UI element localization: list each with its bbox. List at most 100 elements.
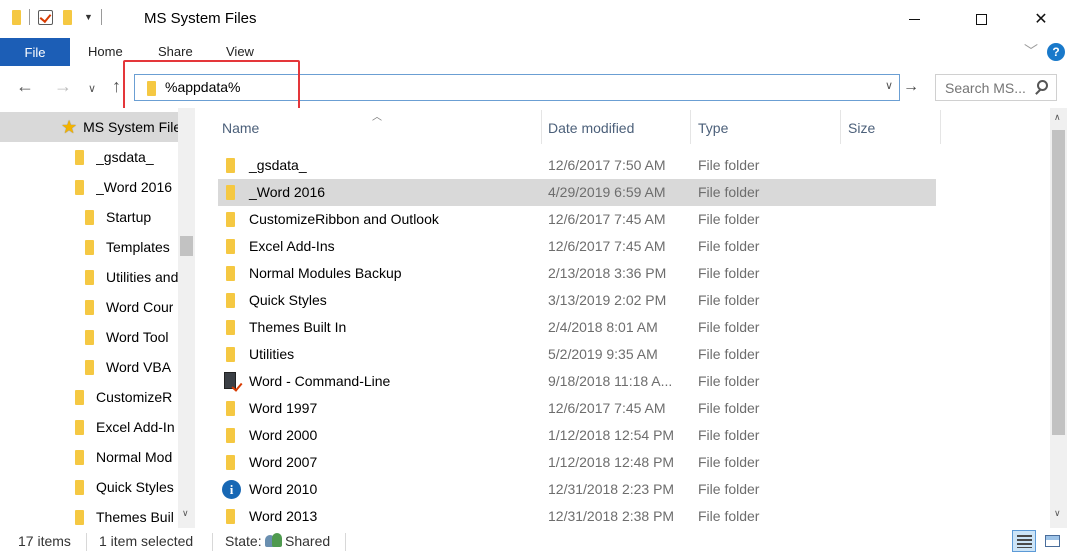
nav-item-utilities[interactable]: Utilities and	[0, 262, 178, 292]
help-icon[interactable]: ?	[1047, 43, 1065, 61]
command-line-icon	[224, 372, 236, 389]
maximize-button[interactable]	[958, 0, 1004, 38]
file-type: File folder	[698, 427, 760, 443]
column-divider[interactable]	[690, 110, 691, 144]
new-folder-icon[interactable]	[63, 9, 72, 25]
minimize-button[interactable]	[891, 0, 937, 38]
scroll-down-icon[interactable]: ∨	[182, 508, 189, 519]
nav-item-quick-styles[interactable]: Quick Styles	[0, 472, 178, 502]
tab-home[interactable]: Home	[88, 44, 123, 59]
folder-icon	[226, 401, 235, 416]
table-row[interactable]: Utilities 5/2/2019 9:35 AM File folder	[218, 341, 936, 368]
tab-view[interactable]: View	[226, 44, 254, 59]
table-row[interactable]: Word 1997 12/6/2017 7:45 AM File folder	[218, 395, 936, 422]
search-box[interactable]	[935, 74, 1057, 101]
search-input[interactable]	[945, 80, 1030, 96]
nav-item-label: Quick Styles	[96, 479, 174, 495]
nav-item-startup[interactable]: Startup	[0, 202, 178, 232]
table-row[interactable]: Normal Modules Backup 2/13/2018 3:36 PM …	[218, 260, 936, 287]
nav-item-customize-ribbon[interactable]: CustomizeR	[0, 382, 178, 412]
file-type: File folder	[698, 238, 760, 254]
file-name: Word - Command-Line	[249, 373, 391, 389]
column-divider[interactable]	[840, 110, 841, 144]
tab-file[interactable]: File	[0, 38, 70, 66]
table-row[interactable]: Themes Built In 2/4/2018 8:01 AM File fo…	[218, 314, 936, 341]
folder-icon	[85, 329, 94, 345]
selection-count: 1 item selected	[99, 533, 194, 549]
properties-icon[interactable]	[38, 9, 53, 25]
column-header-date-modified[interactable]: Date modified	[548, 120, 634, 136]
expand-ribbon-icon[interactable]: ﹀	[1024, 41, 1038, 61]
file-date: 4/29/2019 6:59 AM	[548, 184, 666, 200]
file-type: File folder	[698, 184, 760, 200]
column-header-type[interactable]: Type	[698, 120, 728, 136]
forward-icon[interactable]: →	[54, 76, 72, 97]
folder-icon	[85, 359, 94, 375]
nav-item-ms-system-files[interactable]: ★ MS System Files	[0, 112, 178, 142]
state-label: State:	[225, 533, 262, 549]
folder-icon	[226, 158, 235, 173]
column-divider[interactable]	[541, 110, 542, 144]
large-icons-view-button[interactable]	[1040, 530, 1064, 552]
quick-access-toolbar: ▼	[12, 9, 110, 25]
table-row[interactable]: Quick Styles 3/13/2019 2:02 PM File fold…	[218, 287, 936, 314]
nav-item-word-cour[interactable]: Word Cour	[0, 292, 178, 322]
close-button[interactable]: ✕	[1018, 0, 1064, 38]
column-header-size[interactable]: Size	[848, 120, 875, 136]
column-header-name[interactable]: Name	[222, 120, 259, 136]
file-name: Word 2013	[249, 508, 318, 524]
navigation-pane: ★ MS System Files _gsdata_ _Word 2016 St…	[0, 108, 196, 528]
table-row[interactable]: i Word 2010 12/31/2018 2:23 PM File fold…	[218, 476, 936, 503]
table-row[interactable]: _Word 2016 4/29/2019 6:59 AM File folder	[218, 179, 936, 206]
table-row[interactable]: CustomizeRibbon and Outlook 12/6/2017 7:…	[218, 206, 936, 233]
status-bar: 17 items 1 item selected State: Shared	[0, 528, 1071, 556]
table-row[interactable]: Word - Command-Line 9/18/2018 11:18 A...…	[218, 368, 936, 395]
search-icon[interactable]	[1037, 80, 1048, 91]
file-type: File folder	[698, 211, 760, 227]
go-arrow-icon[interactable]: →	[903, 78, 919, 96]
nav-item-word-2016[interactable]: _Word 2016	[0, 172, 178, 202]
file-date: 2/4/2018 8:01 AM	[548, 319, 658, 335]
divider	[29, 9, 30, 25]
nav-item-excel-add-ins[interactable]: Excel Add-In	[0, 412, 178, 442]
sort-ascending-icon: ︿	[372, 112, 382, 123]
table-row[interactable]: Excel Add-Ins 12/6/2017 7:45 AM File fol…	[218, 233, 936, 260]
customize-toolbar-icon[interactable]: ▼	[84, 12, 93, 22]
file-list-scrollbar-thumb[interactable]	[1052, 130, 1065, 435]
table-row[interactable]: Word 2007 1/12/2018 12:48 PM File folder	[218, 449, 936, 476]
file-list-scrollbar[interactable]: ∧ ∨	[1050, 108, 1067, 528]
nav-scrollbar-thumb[interactable]	[180, 236, 193, 256]
nav-item-word-tool[interactable]: Word Tool	[0, 322, 178, 352]
scroll-down-icon[interactable]: ∨	[1054, 508, 1061, 519]
file-date: 5/2/2019 9:35 AM	[548, 346, 658, 362]
state-value: Shared	[285, 533, 331, 549]
window-title: MS System Files	[144, 10, 257, 27]
nav-scrollbar[interactable]: ∨	[178, 108, 195, 528]
up-icon[interactable]: ↑	[112, 76, 121, 97]
file-type: File folder	[698, 454, 760, 470]
file-name: Excel Add-Ins	[249, 238, 335, 254]
folder-icon	[226, 428, 235, 443]
scroll-up-icon[interactable]: ∧	[1054, 112, 1061, 123]
tab-share[interactable]: Share	[158, 44, 193, 59]
folder-icon	[226, 266, 235, 281]
chevron-down-icon[interactable]: ∨	[885, 79, 893, 92]
nav-item-word-vba[interactable]: Word VBA	[0, 352, 178, 382]
column-divider[interactable]	[940, 110, 941, 144]
nav-item-label: Themes Buil	[96, 509, 174, 525]
nav-item-label: Word VBA	[106, 359, 172, 375]
table-row[interactable]: Word 2013 12/31/2018 2:38 PM File folder	[218, 503, 936, 530]
details-view-button[interactable]	[1012, 530, 1036, 552]
table-row[interactable]: Word 2000 1/12/2018 12:54 PM File folder	[218, 422, 936, 449]
file-type: File folder	[698, 481, 760, 497]
nav-item-themes-built-in[interactable]: Themes Buil	[0, 502, 178, 528]
file-date: 12/6/2017 7:45 AM	[548, 211, 666, 227]
recent-locations-icon[interactable]: ∨	[88, 82, 96, 95]
nav-item-normal-modules[interactable]: Normal Mod	[0, 442, 178, 472]
nav-item-templates[interactable]: Templates	[0, 232, 178, 262]
table-row[interactable]: _gsdata_ 12/6/2017 7:50 AM File folder	[218, 152, 936, 179]
nav-item-gsdata[interactable]: _gsdata_	[0, 142, 178, 172]
file-date: 1/12/2018 12:48 PM	[548, 454, 675, 470]
back-icon[interactable]: ←	[16, 76, 34, 97]
file-type: File folder	[698, 400, 760, 416]
